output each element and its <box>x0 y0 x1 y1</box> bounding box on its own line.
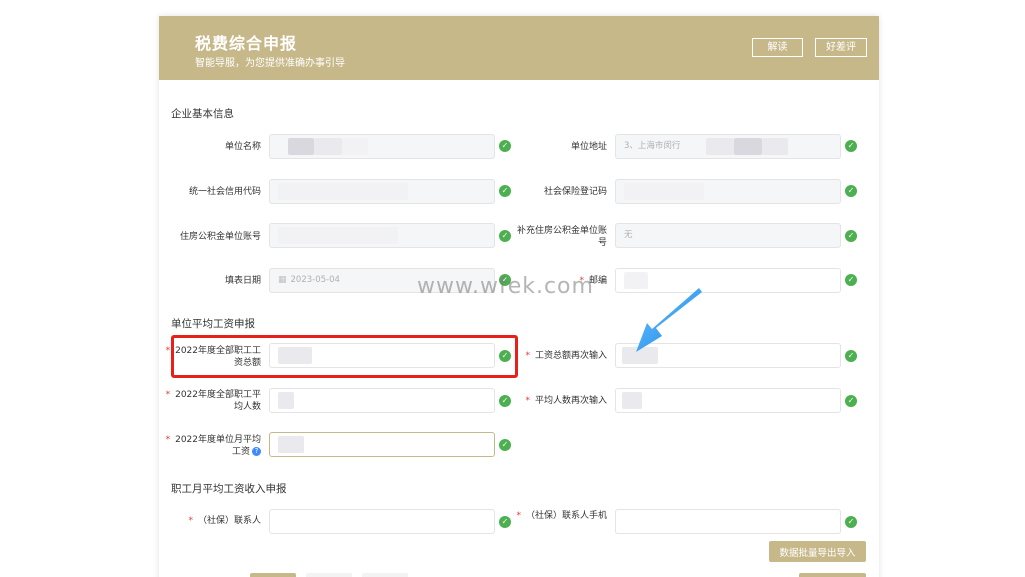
monthly-avg-check-icon: ✓ <box>499 439 511 451</box>
monthly-avg-label: * 2022年度单位月平均工资? <box>165 435 261 457</box>
page-subtitle: 智能导服，为您提供准确办事引导 <box>195 58 345 69</box>
page-header: 税费综合申报 智能导服，为您提供准确办事引导 解读 好差评 <box>159 16 879 80</box>
contact-check-icon: ✓ <box>499 516 511 528</box>
contact-phone-input[interactable] <box>615 509 841 534</box>
read-button[interactable]: 解读 <box>752 38 803 57</box>
supp-housing-field[interactable]: 无 <box>615 223 841 248</box>
supp-housing-check-icon: ✓ <box>845 230 857 242</box>
unit-address-value: 3、上海市闵行 <box>624 141 681 151</box>
unit-name-check-icon: ✓ <box>499 140 511 152</box>
section-title-monthly-wage: 职工月平均工资收入申报 <box>171 483 287 495</box>
help-icon[interactable]: ? <box>252 447 261 456</box>
bottom-primary-button[interactable] <box>250 573 296 577</box>
section-title-avg-wage: 单位平均工资申报 <box>171 318 255 330</box>
avg-staff-input[interactable] <box>269 388 495 413</box>
section-title-basic-info: 企业基本信息 <box>171 108 234 120</box>
total-wage-confirm-label: * 工资总额再次输入 <box>525 351 607 361</box>
unit-name-field[interactable] <box>269 134 495 159</box>
supp-housing-label: 补充住房公积金单位账号 <box>516 226 607 248</box>
total-wage-label: * 2022年度全部职工工资总额 <box>165 346 261 368</box>
housing-fund-field[interactable] <box>269 223 495 248</box>
avg-staff-confirm-label: * 平均人数再次输入 <box>525 396 607 406</box>
contact-label: * （社保）联系人 <box>188 516 261 526</box>
supp-housing-value: 无 <box>624 230 633 240</box>
bottom-right-button[interactable] <box>799 573 866 577</box>
contact-input[interactable] <box>269 509 495 534</box>
total-wage-check-icon: ✓ <box>499 350 511 362</box>
batch-import-export-button[interactable]: 数据批量导出导入 <box>769 541 866 562</box>
avg-staff-confirm-check-icon: ✓ <box>845 395 857 407</box>
credit-code-label: 统一社会信用代码 <box>188 187 261 197</box>
credit-code-field[interactable] <box>269 179 495 204</box>
monthly-avg-input[interactable] <box>269 432 495 457</box>
housing-fund-check-icon: ✓ <box>499 230 511 242</box>
total-wage-confirm-check-icon: ✓ <box>845 350 857 362</box>
postcode-check-icon: ✓ <box>845 274 857 286</box>
contact-phone-check-icon: ✓ <box>845 516 857 528</box>
credit-code-check-icon: ✓ <box>499 185 511 197</box>
social-reg-field[interactable] <box>615 179 841 204</box>
avg-staff-check-icon: ✓ <box>499 395 511 407</box>
fill-date-label: 填表日期 <box>224 276 261 286</box>
unit-address-label: 单位地址 <box>570 142 607 152</box>
housing-fund-label: 住房公积金单位账号 <box>179 232 261 242</box>
bottom-secondary-button[interactable] <box>306 573 352 577</box>
total-wage-confirm-input[interactable] <box>615 343 841 368</box>
social-reg-check-icon: ✓ <box>845 185 857 197</box>
unit-address-field[interactable]: 3、上海市闵行 <box>615 134 841 159</box>
unit-name-label: 单位名称 <box>224 142 261 152</box>
postcode-field[interactable] <box>615 268 841 293</box>
page-title: 税费综合申报 <box>195 34 298 53</box>
rate-button[interactable]: 好差评 <box>815 38 867 57</box>
watermark: www.wfek.com <box>417 274 594 299</box>
social-reg-label: 社会保险登记码 <box>543 187 607 197</box>
total-wage-input[interactable] <box>269 343 495 368</box>
unit-address-check-icon: ✓ <box>845 140 857 152</box>
calendar-icon: ▦ <box>278 275 287 285</box>
avg-staff-confirm-input[interactable] <box>615 388 841 413</box>
avg-staff-label: * 2022年度全部职工平均人数 <box>165 390 261 412</box>
fill-date-value: 2023-05-04 <box>290 275 340 285</box>
contact-phone-label: * （社保）联系人手机 <box>516 511 607 521</box>
bottom-tertiary-button[interactable] <box>362 573 408 577</box>
